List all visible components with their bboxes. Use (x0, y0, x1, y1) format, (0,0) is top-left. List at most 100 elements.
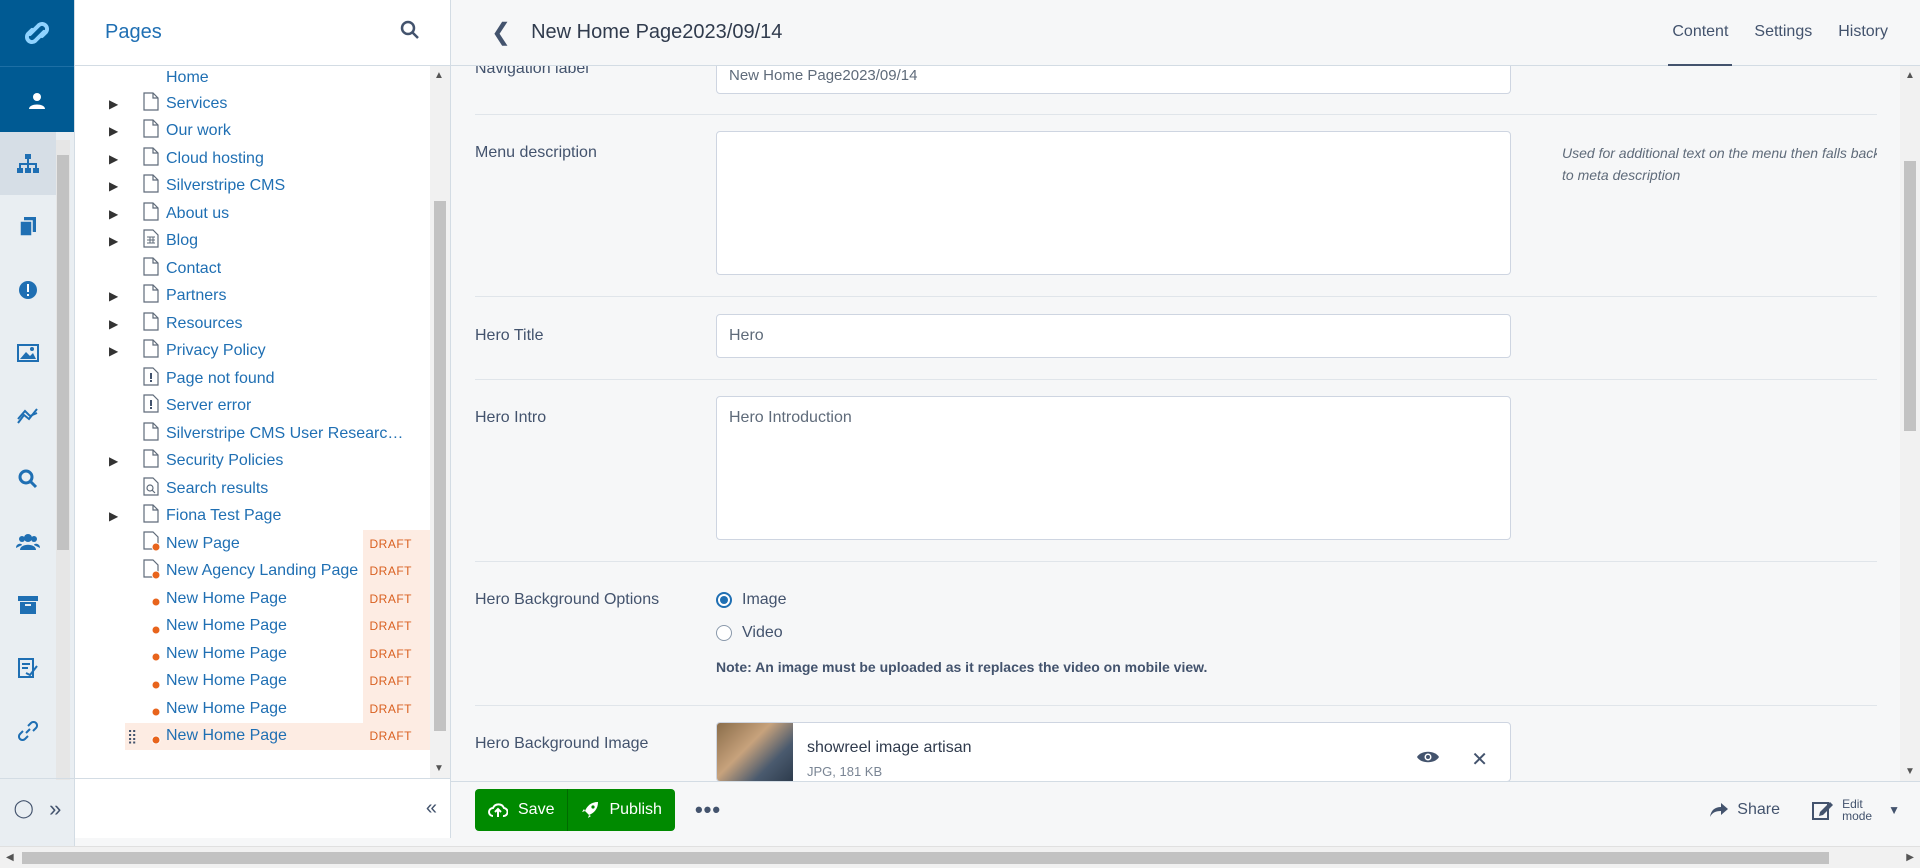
tree-item[interactable]: ▶ About us (75, 200, 430, 228)
tree-item-label[interactable]: Security Policies (166, 452, 283, 470)
tab-history[interactable]: History (1834, 0, 1892, 66)
more-options-icon[interactable]: ••• (695, 797, 721, 823)
tree-item[interactable]: New Agency Landing Page DRAFT (75, 557, 430, 585)
scroll-left-icon[interactable]: ◀ (6, 852, 14, 863)
tree-item-selected[interactable]: ⣿ New Home Page DRAFT (75, 722, 430, 750)
tab-settings[interactable]: Settings (1750, 0, 1816, 66)
tree-item[interactable]: New Home Page DRAFT (75, 612, 430, 640)
file-thumbnail[interactable] (717, 723, 793, 781)
tree-item[interactable]: ▶ Cloud hosting (75, 145, 430, 173)
hero-intro-textarea[interactable]: Hero Introduction (716, 396, 1511, 540)
tree-item[interactable]: ▶ Silverstripe CMS (75, 173, 430, 201)
tree-item[interactable]: Server error (75, 393, 430, 421)
tree-search-icon[interactable] (400, 20, 420, 45)
view-file-icon[interactable] (1416, 749, 1440, 770)
tree-item[interactable]: New Home Page DRAFT (75, 695, 430, 723)
tree-item[interactable]: ▶ Our work (75, 118, 430, 146)
expand-toggle-icon[interactable]: ▶ (109, 509, 123, 523)
tree-item-label[interactable]: New Agency Landing Page (166, 562, 358, 580)
scroll-up-icon[interactable]: ▲ (434, 70, 444, 81)
tree-item[interactable]: New Page DRAFT (75, 530, 430, 558)
files-icon[interactable] (0, 321, 56, 384)
tree-item-label[interactable]: Our work (166, 122, 231, 140)
analytics-icon[interactable] (0, 384, 56, 447)
save-button[interactable]: Save (475, 789, 569, 831)
tree-item-label[interactable]: New Home Page (166, 590, 287, 608)
links-icon[interactable] (0, 699, 56, 762)
tree-item[interactable]: ▶ Privacy Policy (75, 338, 430, 366)
edit-mode-chevron-icon[interactable]: ▼ (1888, 803, 1900, 817)
expand-toggle-icon[interactable]: ▶ (109, 344, 123, 358)
tree-item-label[interactable]: About us (166, 205, 229, 223)
tree-item-label[interactable]: Server error (166, 397, 251, 415)
tree-item-label[interactable]: Page not found (166, 370, 275, 388)
tree-item-label[interactable]: New Home Page (166, 617, 287, 635)
tree-item[interactable]: ▶ Blog (75, 228, 430, 256)
tree-item-label[interactable]: Partners (166, 287, 226, 305)
form-scrollbar-thumb[interactable] (1904, 161, 1916, 431)
tree-item[interactable]: Search results (75, 475, 430, 503)
forms-icon[interactable] (0, 636, 56, 699)
tree-item-label[interactable]: Services (166, 95, 227, 113)
tree-item[interactable]: ▶ Fiona Test Page (75, 503, 430, 531)
tree-item-label[interactable]: Resources (166, 315, 242, 333)
tree-item-label[interactable]: New Page (166, 535, 240, 553)
expand-toggle-icon[interactable]: ▶ (109, 317, 123, 331)
scroll-down-icon[interactable]: ▼ (434, 763, 444, 774)
drag-handle-icon[interactable]: ⣿ (127, 728, 141, 745)
tree-item-label[interactable]: Fiona Test Page (166, 507, 281, 525)
tree-item-label[interactable]: Silverstripe CMS (166, 177, 285, 195)
tree-item[interactable]: New Home Page DRAFT (75, 585, 430, 613)
navigation-label-input[interactable]: New Home Page2023/09/14 (716, 66, 1511, 94)
tree-item-label[interactable]: Silverstripe CMS User Researc… (166, 425, 403, 443)
tab-content[interactable]: Content (1668, 0, 1733, 66)
tree-item[interactable]: ▶ Partners (75, 283, 430, 311)
security-icon[interactable] (0, 510, 56, 573)
share-button[interactable]: Share (1709, 801, 1780, 819)
pages-icon[interactable] (0, 195, 56, 258)
collapse-panel-icon[interactable]: « (426, 797, 437, 820)
archive-icon[interactable] (0, 573, 56, 636)
edit-mode-button[interactable]: Edit mode ▼ (1812, 798, 1900, 822)
tree-item[interactable]: New Home Page DRAFT (75, 640, 430, 668)
page-horizontal-scrollbar[interactable]: ◀ ▶ (0, 846, 1920, 868)
tree-item[interactable]: Contact (75, 255, 430, 283)
profile-icon[interactable] (0, 66, 74, 132)
hero-title-input[interactable]: Hero (716, 314, 1511, 358)
tree-item[interactable]: ▶ Security Policies (75, 448, 430, 476)
form-scroll-up-icon[interactable]: ▲ (1905, 70, 1915, 81)
horizontal-scrollbar-thumb[interactable] (22, 852, 1829, 864)
tree-item[interactable]: ▶ Resources (75, 310, 430, 338)
tree-item[interactable]: Silverstripe CMS User Researc… (75, 420, 430, 448)
sitetree-icon[interactable] (0, 132, 56, 195)
form-scrollbar[interactable]: ▲ ▼ (1900, 66, 1920, 781)
tree-item[interactable]: Home (75, 66, 430, 90)
expand-toggle-icon[interactable]: ▶ (109, 289, 123, 303)
search-icon[interactable] (0, 447, 56, 510)
reports-icon[interactable] (0, 258, 56, 321)
radio-video[interactable]: Video (716, 624, 783, 642)
help-icon[interactable]: ◯ (14, 798, 34, 819)
tree-item[interactable]: ▶ Services (75, 90, 430, 118)
tree-scrollbar[interactable]: ▲ ▼ (430, 66, 450, 778)
expand-toggle-icon[interactable]: ▶ (109, 152, 123, 166)
tree-item-label[interactable]: New Home Page (166, 727, 287, 745)
back-icon[interactable]: ❮ (491, 18, 511, 47)
remove-file-icon[interactable]: ✕ (1471, 747, 1488, 772)
tree-item-label[interactable]: Search results (166, 480, 268, 498)
scroll-right-icon[interactable]: ▶ (1906, 852, 1914, 863)
tree-item-label[interactable]: Cloud hosting (166, 150, 264, 168)
tree-item-label[interactable]: New Home Page (166, 672, 287, 690)
tree-item-label[interactable]: Blog (166, 232, 198, 250)
publish-button[interactable]: Publish (568, 789, 674, 831)
tree-item[interactable]: Page not found (75, 365, 430, 393)
tree-scrollbar-thumb[interactable] (434, 201, 446, 731)
radio-image[interactable]: Image (716, 591, 786, 609)
expand-toggle-icon[interactable]: ▶ (109, 179, 123, 193)
expand-toggle-icon[interactable]: ▶ (109, 234, 123, 248)
tree-item-label[interactable]: Privacy Policy (166, 342, 266, 360)
expand-menu-icon[interactable]: » (49, 796, 61, 822)
radio-image-button[interactable] (716, 592, 732, 608)
expand-toggle-icon[interactable]: ▶ (109, 207, 123, 221)
tree-item-label[interactable]: New Home Page (166, 700, 287, 718)
